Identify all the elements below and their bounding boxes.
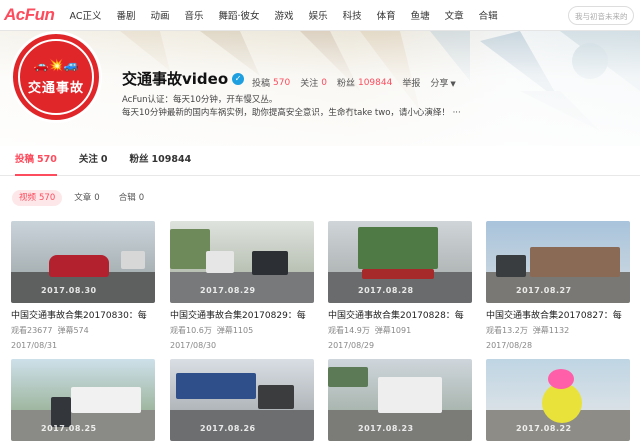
video-title[interactable]: 中国交通事故合集20170830：每 bbox=[11, 308, 155, 321]
tab-follow-label: 关注 bbox=[78, 153, 98, 165]
views-count: 13.2万 bbox=[502, 326, 528, 335]
video-thumbnail[interactable]: 2017.08.27 bbox=[486, 221, 630, 303]
subtab-collection-label: 合辑 bbox=[118, 193, 136, 203]
profile-description: 每天10分钟最新的国内车祸实例，助你提高安全意识，生命冇take two，请小心… bbox=[122, 108, 461, 118]
nav-item-animation[interactable]: 动画 bbox=[143, 8, 177, 22]
tab-posts-count: 570 bbox=[37, 153, 57, 165]
views-label: 观看 bbox=[328, 326, 344, 335]
danmu-label: 弹幕 bbox=[57, 326, 74, 335]
content-type-tabs: 视频 570 文章 0 合辑 0 bbox=[12, 190, 156, 206]
video-title[interactable]: 中国交通事故合集20170827：每 bbox=[486, 308, 630, 321]
nav-item-bangumi[interactable]: 番剧 bbox=[109, 8, 143, 22]
video-card[interactable]: 2017.08.28 中国交通事故合集20170828：每 观看14.9万 弹幕1… bbox=[328, 221, 472, 350]
video-title[interactable]: 中国交通事故合集20170828：每 bbox=[328, 308, 472, 321]
tab-posts-label: 投稿 bbox=[15, 153, 35, 165]
video-date: 2017/08/29 bbox=[328, 341, 375, 350]
posts-label[interactable]: 投稿 bbox=[252, 76, 270, 89]
nav-item-music[interactable]: 音乐 bbox=[177, 8, 211, 22]
subtab-article[interactable]: 文章 0 bbox=[67, 190, 106, 206]
danmu-count: 1091 bbox=[390, 326, 412, 335]
tab-follow-count: 0 bbox=[100, 153, 108, 165]
video-date: 2017/08/30 bbox=[170, 341, 217, 350]
danmu-label: 弹幕 bbox=[532, 326, 549, 335]
search-input[interactable]: 我与初音未来的 bbox=[568, 6, 634, 25]
video-card[interactable]: 2017.08.30 中国交通事故合集20170830：每 观看23677 弹幕5… bbox=[11, 221, 155, 350]
nav-item-entertainment[interactable]: 娱乐 bbox=[301, 8, 335, 22]
avatar[interactable]: 🚗💥🚙 交通事故 bbox=[10, 31, 102, 123]
nav-item-articles[interactable]: 文章 bbox=[437, 8, 471, 22]
video-title[interactable]: 中国交通事故合集20170829：每 bbox=[170, 308, 314, 321]
tab-fans-count: 109844 bbox=[151, 153, 192, 165]
subtab-collection[interactable]: 合辑 0 bbox=[112, 190, 151, 206]
crash-cars-icon: 🚗💥🚙 bbox=[33, 57, 79, 72]
video-date: 2017/08/31 bbox=[11, 341, 58, 350]
danmu-count: 1105 bbox=[232, 326, 254, 335]
nav-item-ac[interactable]: AC正义 bbox=[62, 8, 109, 22]
views-label: 观看 bbox=[170, 326, 186, 335]
danmu-label: 弹幕 bbox=[374, 326, 391, 335]
nav-item-game[interactable]: 游戏 bbox=[267, 8, 301, 22]
certification-text: AcFun认证：每天10分钟，开车慢又丛。 bbox=[122, 95, 278, 105]
subtab-article-label: 文章 bbox=[74, 193, 92, 203]
share-button[interactable]: 分享 ▼ bbox=[430, 76, 455, 89]
profile-name: 交通事故video ✓ bbox=[122, 68, 245, 89]
nav-items: AC正义 番剧 动画 音乐 舞蹈·彼女 游戏 娱乐 科技 体育 鱼塘 文章 合辑 bbox=[62, 8, 505, 22]
subtab-video-label: 视频 bbox=[19, 193, 37, 203]
verified-icon: ✓ bbox=[232, 72, 245, 85]
fans-label[interactable]: 粉丝 bbox=[337, 76, 355, 89]
posts-count[interactable]: 570 bbox=[273, 78, 290, 88]
logo-text: AcFun bbox=[4, 5, 55, 24]
video-thumbnail[interactable]: 2017.08.29 bbox=[170, 221, 314, 303]
report-button[interactable]: 举报 bbox=[402, 76, 420, 89]
nav-item-fishpond[interactable]: 鱼塘 bbox=[403, 8, 437, 22]
subtab-video[interactable]: 视频 570 bbox=[12, 190, 63, 206]
tab-follow[interactable]: 关注 0 bbox=[79, 146, 108, 176]
video-meta: 观看13.2万 弹幕1132 bbox=[486, 325, 630, 336]
video-card[interactable]: 2017.08.27 中国交通事故合集20170827：每 观看13.2万 弹幕1… bbox=[486, 221, 630, 350]
video-timestamp: 2017.08.27 bbox=[516, 286, 572, 295]
follow-label[interactable]: 关注 bbox=[300, 76, 318, 89]
video-thumbnail[interactable]: 2017.08.30 bbox=[11, 221, 155, 303]
video-date: 2017/08/28 bbox=[486, 341, 533, 350]
caret-down-icon: ▼ bbox=[450, 80, 456, 88]
video-meta: 观看23677 弹幕574 bbox=[11, 325, 155, 336]
subtab-article-count: 0 bbox=[94, 193, 100, 203]
views-label: 观看 bbox=[11, 326, 27, 335]
views-count: 14.9万 bbox=[344, 326, 370, 335]
nav-item-collections[interactable]: 合辑 bbox=[471, 8, 505, 22]
profile-name-text: 交通事故video bbox=[122, 70, 229, 88]
video-timestamp: 2017.08.29 bbox=[200, 286, 256, 295]
video-thumbnail[interactable]: 2017.08.28 bbox=[328, 221, 472, 303]
profile-stats: 投稿 570 关注 0 粉丝 109844 举报 分享 ▼ bbox=[252, 76, 456, 90]
top-nav: AcFun AC正义 番剧 动画 音乐 舞蹈·彼女 游戏 娱乐 科技 体育 鱼塘… bbox=[0, 0, 640, 31]
tab-fans-label: 粉丝 bbox=[129, 153, 149, 165]
tab-fans[interactable]: 粉丝 109844 bbox=[130, 146, 192, 176]
danmu-count: 1132 bbox=[548, 326, 570, 335]
acfun-logo[interactable]: AcFun bbox=[0, 0, 62, 31]
video-card[interactable]: 2017.08.29 中国交通事故合集20170829：每 观看10.6万 弹幕1… bbox=[170, 221, 314, 350]
video-meta: 观看14.9万 弹幕1091 bbox=[328, 325, 472, 336]
nav-item-tech[interactable]: 科技 bbox=[335, 8, 369, 22]
avatar-text: 交通事故 bbox=[27, 80, 84, 96]
share-label: 分享 bbox=[430, 79, 449, 89]
video-meta: 观看10.6万 弹幕1105 bbox=[170, 325, 314, 336]
danmu-label: 弹幕 bbox=[216, 326, 233, 335]
follow-count[interactable]: 0 bbox=[321, 78, 327, 88]
profile-tabs: 投稿 570 关注 0 粉丝 109844 bbox=[0, 146, 640, 176]
views-count: 23677 bbox=[27, 326, 53, 335]
fans-count[interactable]: 109844 bbox=[358, 78, 392, 88]
subtab-video-count: 570 bbox=[39, 193, 56, 203]
tab-posts[interactable]: 投稿 570 bbox=[15, 146, 57, 176]
video-timestamp: 2017.08.28 bbox=[358, 286, 414, 295]
subtab-collection-count: 0 bbox=[138, 193, 145, 203]
views-count: 10.6万 bbox=[186, 326, 212, 335]
avatar-inner: 🚗💥🚙 交通事故 bbox=[18, 39, 94, 115]
nav-item-sports[interactable]: 体育 bbox=[369, 8, 403, 22]
video-timestamp: 2017.08.30 bbox=[41, 286, 97, 295]
views-label: 观看 bbox=[486, 326, 502, 335]
danmu-count: 574 bbox=[73, 326, 89, 335]
nav-item-dance[interactable]: 舞蹈·彼女 bbox=[211, 8, 267, 22]
